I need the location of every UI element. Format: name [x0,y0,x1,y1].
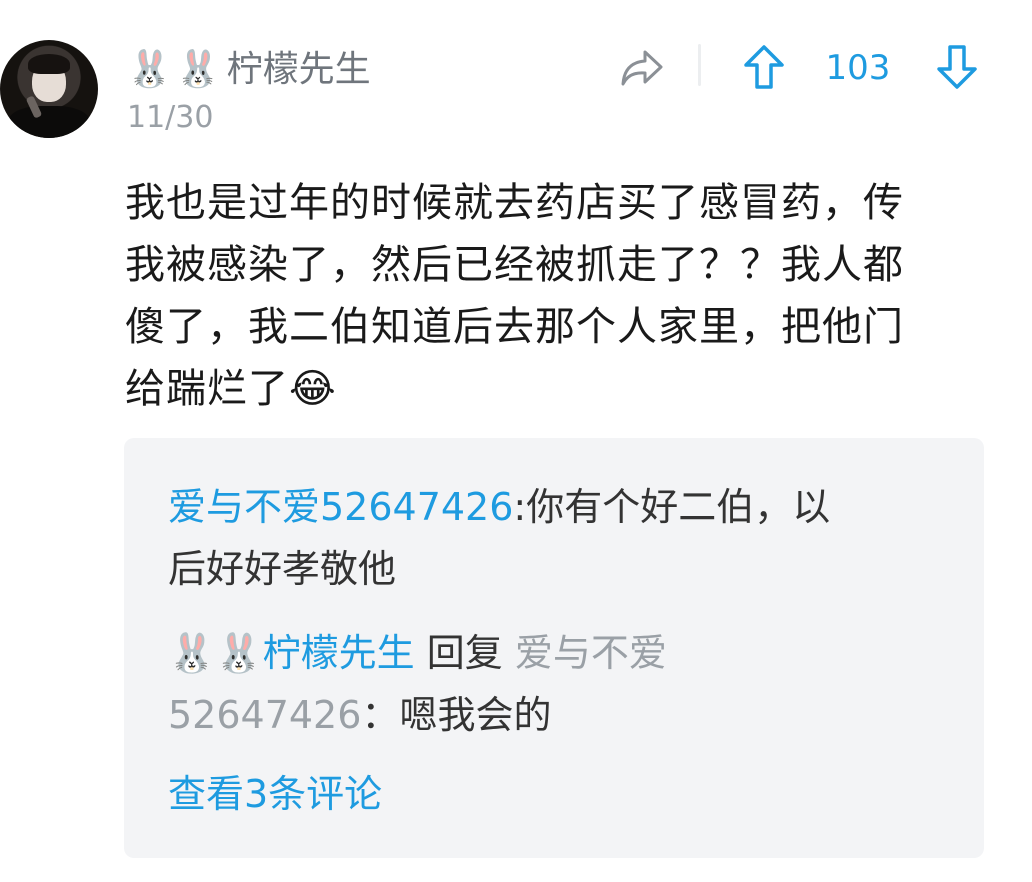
action-divider [698,44,701,86]
bunny-emoji: 🐰 [127,49,172,90]
comment-line-last: 给踹烂了😂 [125,358,995,420]
reply-item[interactable]: 🐰🐰柠檬先生 回复 爱与不爱 52647426：嗯我会的 [168,622,958,746]
share-icon [621,50,663,86]
vote-count: 103 [825,48,891,88]
comment-author-name[interactable]: 柠檬先生 [227,44,371,96]
bunny-emoji: 🐰 [168,631,216,675]
downvote-button[interactable] [933,42,981,92]
bunny-emoji: 🐰 [215,631,263,675]
arrow-down-icon [937,45,977,89]
comment-line: 傻了，我二伯知道后去那个人家里，把他门 [125,304,904,350]
reply-line: 🐰🐰柠檬先生 回复 爱与不爱 [168,622,958,684]
reply-text: 你有个好二伯，以 [526,485,831,529]
comment-line: 我也是过年的时候就去药店买了感冒药，传 [125,180,904,226]
reply-text: 后好好孝敬他 [168,547,397,591]
reply-item[interactable]: 爱与不爱52647426:你有个好二伯，以 后好好孝敬他 [168,476,958,600]
view-more-replies-link[interactable]: 查看3条评论 [168,768,382,820]
comment-author-row[interactable]: 🐰 🐰 柠檬先生 [127,44,371,96]
comment-line: 我被感染了，然后已经被抓走了？？我人都 [125,242,904,288]
share-button[interactable] [616,44,668,92]
reply-author-name[interactable]: 爱与不爱52647426 [168,485,513,529]
comment-date: 11/30 [127,100,214,135]
reply-line: 后好好孝敬他 [168,538,958,600]
upvote-button[interactable] [740,42,788,92]
reply-separator: : [513,485,527,529]
reply-line: 52647426：嗯我会的 [168,684,958,746]
bunny-emoji: 🐰 [175,49,221,90]
reply-keyword: 回复 [426,631,503,675]
reply-author-name[interactable]: 柠檬先生 [263,631,415,675]
comment-avatar[interactable] [0,40,98,138]
comment-line-text: 给踹烂了 [125,366,289,412]
reply-target-name-cont[interactable]: 52647426 [168,693,361,737]
reply-separator: ： [361,693,400,737]
laughing-emoji: 😂 [289,366,337,412]
reply-target-name[interactable]: 爱与不爱 [515,631,667,675]
reply-line: 爱与不爱52647426:你有个好二伯，以 [168,476,958,538]
arrow-up-icon [744,45,784,89]
replies-panel: 爱与不爱52647426:你有个好二伯，以 后好好孝敬他 🐰🐰柠檬先生 回复 爱… [124,438,984,858]
reply-text: 嗯我会的 [399,693,552,737]
comment-body: 我也是过年的时候就去药店买了感冒药，传 我被感染了，然后已经被抓走了？？我人都 … [125,172,995,420]
